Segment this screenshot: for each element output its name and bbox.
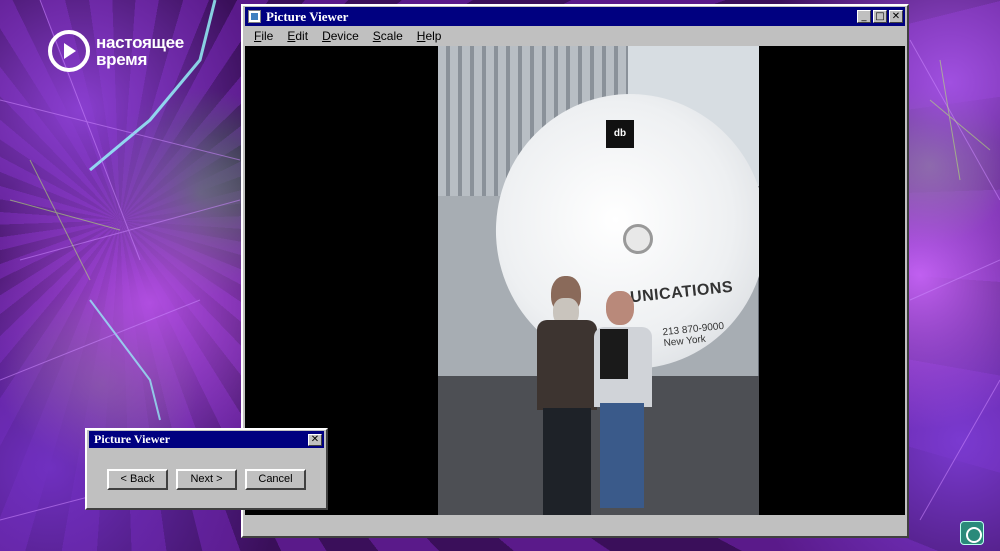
menu-help-rest: elp — [425, 29, 442, 43]
dialog-buttons: < Back Next > Cancel — [107, 469, 306, 490]
logo-line-1: настоящее — [96, 33, 184, 52]
person-2-head — [606, 291, 634, 325]
dish-logo: db — [606, 120, 634, 148]
menu-scale-key: S — [372, 29, 381, 43]
status-bar — [245, 515, 905, 535]
back-button[interactable]: < Back — [107, 469, 168, 490]
menu-bar: File Edit Device Scale Help — [243, 26, 907, 46]
menu-device-key: D — [322, 29, 331, 43]
menu-device-rest: evice — [330, 29, 359, 43]
window-title: Picture Viewer — [266, 8, 349, 24]
menu-edit-rest: dit — [295, 29, 309, 43]
cancel-button[interactable]: Cancel — [245, 469, 306, 490]
maximize-button[interactable]: □ — [873, 10, 887, 23]
image-canvas[interactable]: db UNICATIONS 213 870-9000 New York — [245, 46, 905, 516]
menu-file-rest: ile — [261, 29, 274, 43]
channel-logo: настоящее время — [48, 30, 184, 72]
window-titlebar[interactable]: Picture Viewer _ □ ✕ — [245, 7, 905, 26]
menu-edit[interactable]: Edit — [280, 29, 315, 43]
menu-scale[interactable]: Scale — [366, 29, 410, 43]
logo-text: настоящее время — [96, 34, 184, 68]
person-1-legs — [543, 408, 591, 516]
close-button[interactable]: ✕ — [889, 10, 903, 23]
menu-device[interactable]: Device — [315, 29, 366, 43]
picture-viewer-window: Picture Viewer _ □ ✕ File Edit Device Sc… — [241, 4, 909, 538]
corner-action-icon[interactable] — [960, 521, 984, 545]
person-2-legs — [600, 403, 644, 508]
app-icon[interactable] — [248, 10, 261, 23]
menu-scale-rest: cale — [380, 29, 403, 43]
menu-help[interactable]: Help — [410, 29, 449, 43]
menu-file[interactable]: File — [247, 29, 280, 43]
person-2-scarf — [600, 329, 628, 379]
minimize-button[interactable]: _ — [857, 10, 871, 23]
dialog-close-button[interactable]: ✕ — [308, 433, 322, 446]
next-button[interactable]: Next > — [176, 469, 237, 490]
dialog-title: Picture Viewer — [94, 432, 171, 446]
dialog-titlebar[interactable]: Picture Viewer ✕ — [89, 431, 324, 448]
play-logo-icon — [48, 30, 90, 72]
logo-line-2: время — [96, 50, 148, 69]
window-controls: _ □ ✕ — [857, 10, 903, 23]
displayed-photo: db UNICATIONS 213 870-9000 New York — [438, 46, 759, 516]
dish-feed — [623, 224, 653, 254]
person-man-with-scarf — [588, 291, 658, 516]
picture-viewer-dialog: Picture Viewer ✕ < Back Next > Cancel — [85, 428, 328, 510]
